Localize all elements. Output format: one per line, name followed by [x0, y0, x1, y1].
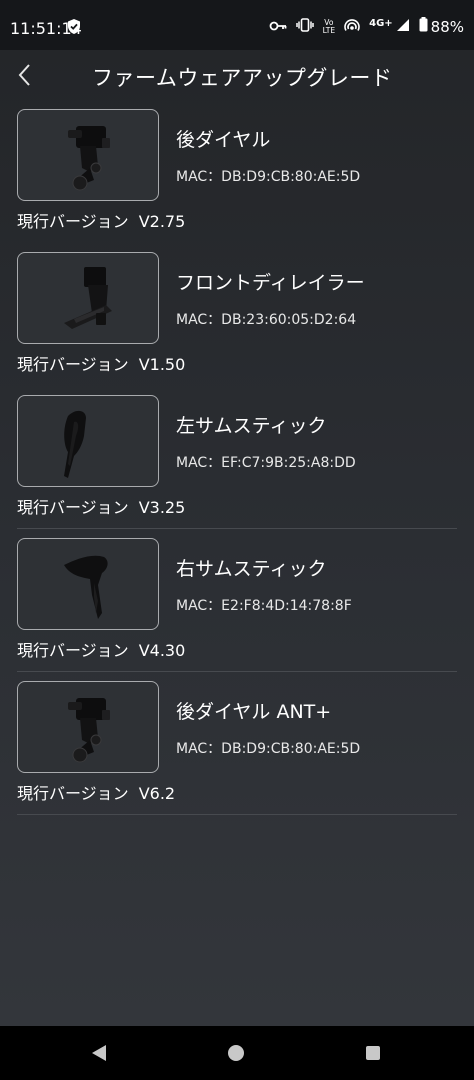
- device-item[interactable]: 後ダイヤル MAC：DB:D9:CB:80:AE:5D 現行バージョン V2.75: [0, 100, 474, 243]
- device-mac-address: MAC：DB:D9:CB:80:AE:5D: [176, 741, 361, 757]
- device-thumbnail: [17, 538, 159, 630]
- device-name: 後ダイヤル ANT+: [176, 701, 332, 723]
- front-derailleur-image: [64, 267, 112, 329]
- version-label: 現行バージョン: [17, 784, 129, 803]
- device-thumbnail: [17, 395, 159, 487]
- status-icons: Vo LTE 4G+ 88%: [269, 17, 464, 36]
- version-label: 現行バージョン: [17, 641, 129, 660]
- version-label: 現行バージョン: [17, 212, 129, 231]
- page-title: ファームウェアアップグレード: [92, 66, 393, 90]
- version-value: V1.50: [138, 355, 186, 374]
- version-value: V3.25: [138, 498, 186, 517]
- app-header: ファームウェアアップグレード: [0, 50, 474, 100]
- device-version-row: 現行バージョン V6.2: [17, 780, 175, 804]
- device-name: 後ダイヤル: [176, 129, 271, 151]
- version-value: V4.30: [138, 641, 186, 660]
- device-list: 後ダイヤル MAC：DB:D9:CB:80:AE:5D 現行バージョン V2.75…: [0, 100, 474, 815]
- device-name: 右サムスティック: [176, 558, 327, 580]
- key-icon: [269, 18, 287, 36]
- shield-check-icon: [66, 18, 82, 39]
- device-item[interactable]: 右サムスティック MAC：E2:F8:4D:14:78:8F 現行バージョン V4…: [0, 529, 474, 672]
- circle-home-icon[interactable]: [228, 1045, 244, 1061]
- device-mac-address: MAC：E2:F8:4D:14:78:8F: [176, 598, 352, 614]
- device-version-row: 現行バージョン V4.30: [17, 637, 185, 661]
- network-type: 4G+: [369, 18, 393, 29]
- version-label: 現行バージョン: [17, 355, 129, 374]
- device-version-row: 現行バージョン V2.75: [17, 208, 185, 232]
- hotspot-icon: [344, 18, 360, 36]
- rear-derailleur-image: [68, 126, 110, 191]
- version-value: V6.2: [138, 784, 176, 803]
- device-thumbnail: [17, 681, 159, 773]
- device-name: 左サムスティック: [176, 415, 327, 437]
- square-recent-icon[interactable]: [366, 1046, 380, 1060]
- right-shifter-image: [64, 555, 108, 619]
- battery-percent: 88%: [430, 17, 464, 36]
- device-version-row: 現行バージョン V3.25: [17, 494, 185, 518]
- system-nav-bar: [0, 1026, 474, 1080]
- volte-bottom-text: LTE: [322, 25, 336, 35]
- divider: [17, 814, 457, 815]
- device-name: フロントディレイラー: [176, 272, 365, 294]
- rear-derailleur-image: [68, 698, 110, 763]
- device-mac-address: MAC：DB:D9:CB:80:AE:5D: [176, 169, 361, 185]
- back-button[interactable]: [12, 62, 38, 88]
- version-value: V2.75: [138, 212, 186, 231]
- version-label: 現行バージョン: [17, 498, 129, 517]
- triangle-back-icon[interactable]: [90, 1044, 108, 1066]
- battery-group: 88%: [419, 17, 464, 36]
- device-thumbnail: [17, 109, 159, 201]
- vibrate-icon: [295, 17, 314, 36]
- device-version-row: 現行バージョン V1.50: [17, 351, 185, 375]
- device-item[interactable]: フロントディレイラー MAC：DB:23:60:05:D2:64 現行バージョン…: [0, 243, 474, 386]
- device-item[interactable]: 左サムスティック MAC：EF:C7:9B:25:A8:DD 現行バージョン V3…: [0, 386, 474, 529]
- device-mac-address: MAC：EF:C7:9B:25:A8:DD: [176, 455, 356, 471]
- volte-icon: Vo LTE: [322, 18, 336, 35]
- chevron-left-icon: [18, 64, 30, 86]
- device-mac-address: MAC：DB:23:60:05:D2:64: [176, 312, 357, 328]
- left-shifter-image: [64, 410, 86, 478]
- signal-icon: [396, 18, 410, 36]
- status-bar: 11:51:14 Vo LTE 4G+ 88%: [0, 0, 474, 50]
- battery-icon: [419, 17, 428, 36]
- device-item[interactable]: 後ダイヤル ANT+ MAC：DB:D9:CB:80:AE:5D 現行バージョン…: [0, 672, 474, 815]
- device-thumbnail: [17, 252, 159, 344]
